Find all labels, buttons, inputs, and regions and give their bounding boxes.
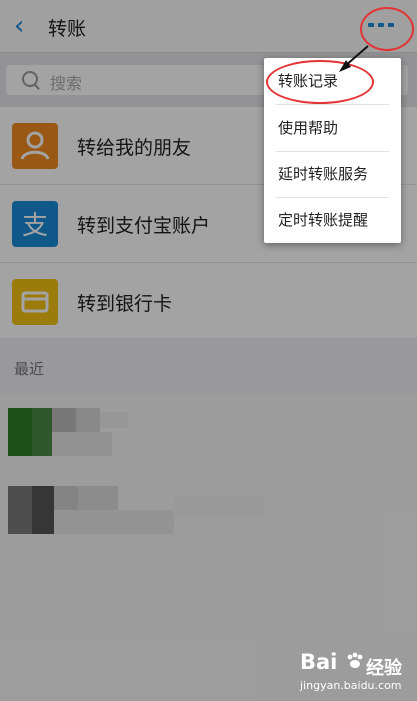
paw-icon bbox=[347, 652, 363, 668]
annotation-arrow-icon bbox=[339, 45, 369, 72]
watermark-brand: Bai bbox=[300, 650, 338, 674]
watermark-url: jingyan.baidu.com bbox=[300, 679, 402, 692]
baidu-jingyan-watermark: Bai 经验 jingyan.baidu.com bbox=[292, 648, 412, 698]
watermark-brand-tail: 经验 bbox=[366, 658, 402, 679]
